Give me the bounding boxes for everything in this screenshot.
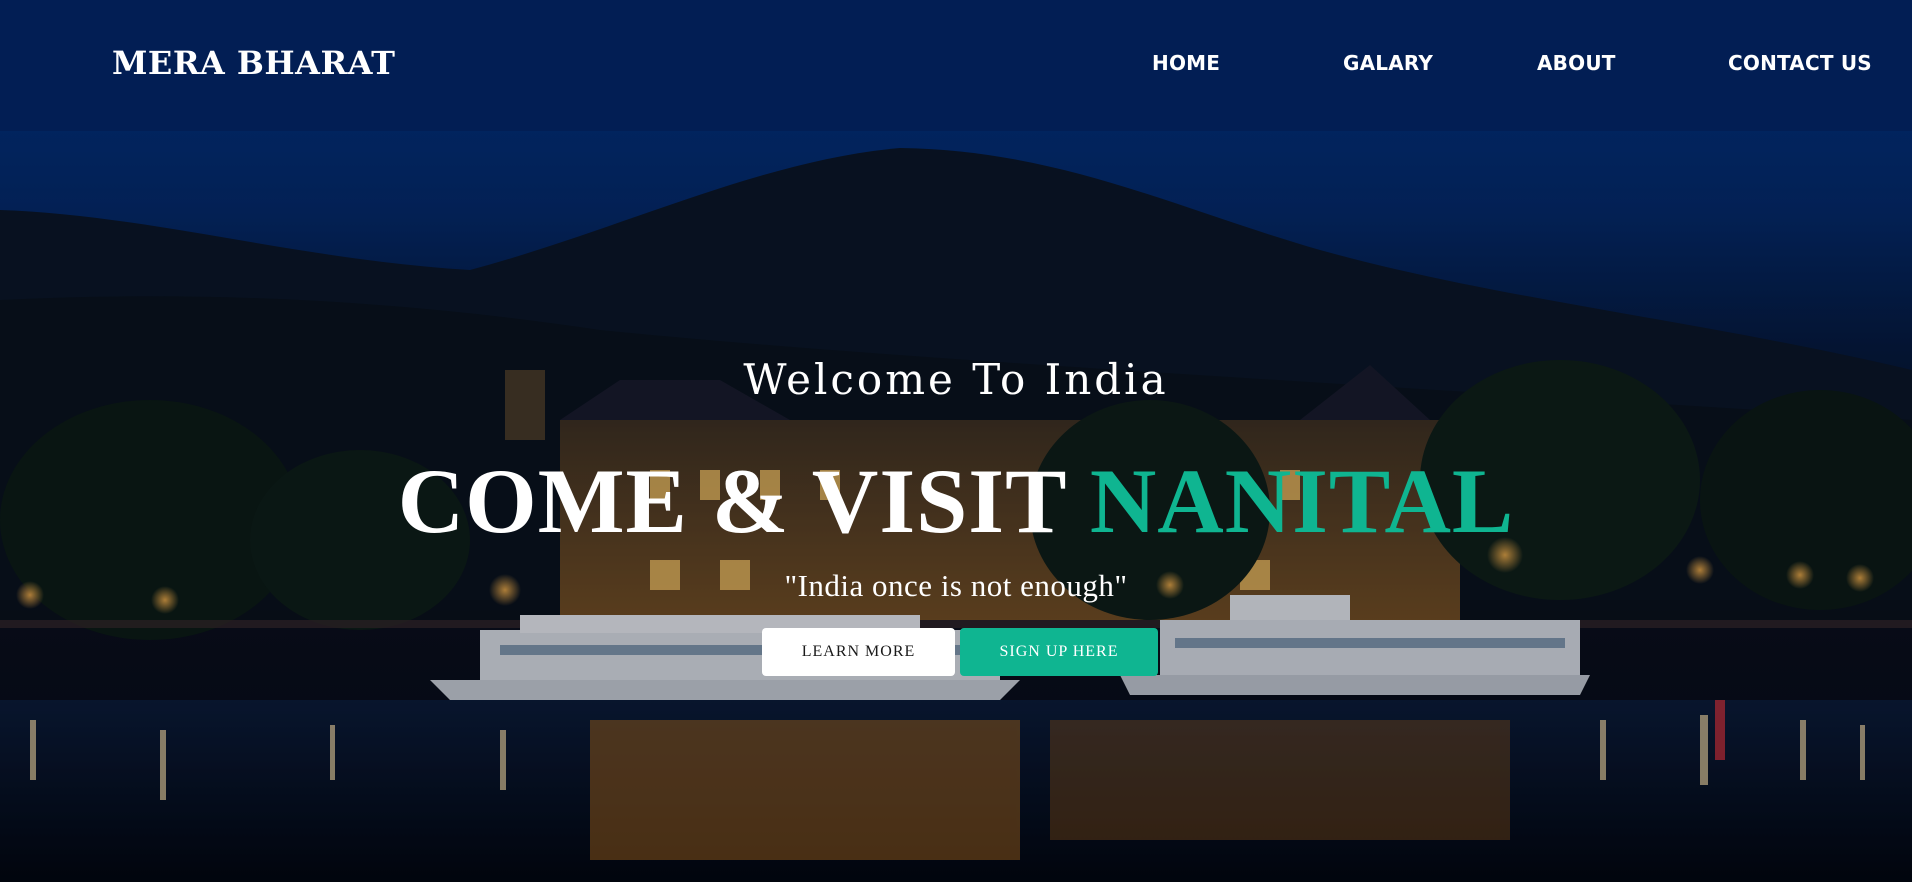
- hero-tagline: "India once is not enough": [784, 568, 1128, 603]
- hero-welcome: Welcome To India: [743, 355, 1169, 404]
- hero-headline-accent: NANITAL: [1089, 450, 1515, 552]
- learn-more-button[interactable]: LEARN MORE: [762, 628, 955, 676]
- hero-headline: COME & VISIT NANITAL: [0, 448, 1912, 554]
- hero-headline-main: COME & VISIT: [397, 450, 1090, 552]
- sign-up-button[interactable]: SIGN UP HERE: [960, 628, 1158, 676]
- hero-section: Welcome To India COME & VISIT NANITAL "I…: [0, 0, 1912, 882]
